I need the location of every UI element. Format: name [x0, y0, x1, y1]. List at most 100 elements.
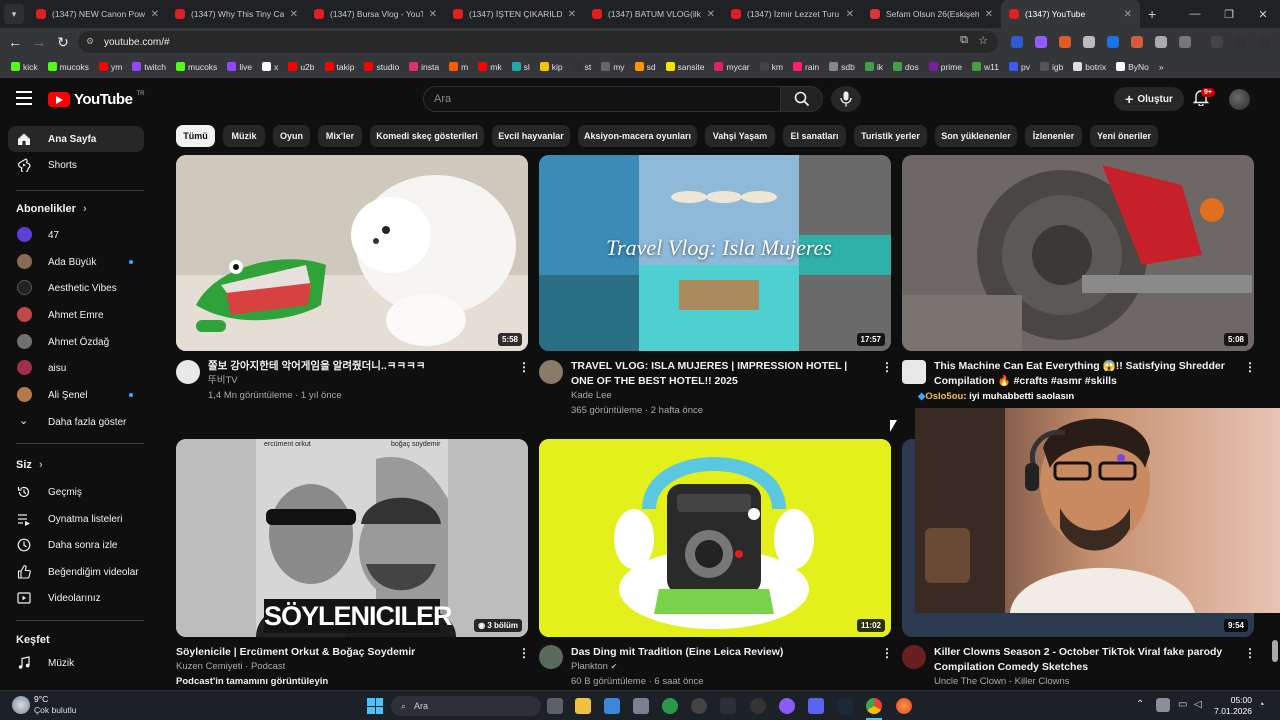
extension-icon[interactable] [1107, 36, 1119, 48]
site-info-icon[interactable]: ⚙ [86, 36, 98, 48]
more-bookmarks-icon[interactable]: » [1154, 62, 1169, 72]
chip-pets[interactable]: Evcil hayvanlar [492, 125, 570, 147]
close-window-icon[interactable]: ✕ [1246, 8, 1280, 21]
bookmark-item[interactable]: u2b [283, 62, 319, 72]
channel-avatar[interactable] [902, 360, 926, 384]
discord-icon[interactable] [808, 698, 824, 714]
bookmark-item[interactable]: live [222, 62, 257, 72]
bookmark-item[interactable]: w11 [967, 62, 1004, 72]
chip-mixes[interactable]: Mix'ler [318, 125, 362, 147]
steam-icon[interactable] [837, 698, 853, 714]
channel-avatar[interactable] [902, 645, 926, 669]
profile-icon[interactable] [1235, 36, 1247, 48]
bookmark-item[interactable]: st [568, 62, 597, 72]
bookmark-item[interactable]: sansite [661, 62, 710, 72]
more-options-icon[interactable]: ⋮ [518, 646, 530, 660]
video-thumbnail[interactable]: Travel Vlog: Isla Mujeres 17:57 [539, 155, 891, 351]
bookmark-item[interactable]: studio [359, 62, 404, 72]
more-options-icon[interactable]: ⋮ [518, 360, 530, 374]
reload-icon[interactable]: ↻ [51, 34, 75, 51]
settings-gear-icon[interactable] [633, 698, 649, 714]
browser-tab[interactable]: (1347) Why This Tiny Can ✕ [167, 0, 306, 28]
subscription-item[interactable]: Ahmet Emre [8, 302, 144, 328]
bookmark-item[interactable]: kick [6, 62, 43, 72]
subscription-item[interactable]: Aesthetic Vibes [8, 275, 144, 301]
bookmark-item[interactable]: m [444, 62, 473, 72]
subscription-item[interactable]: Ali Şenel [8, 382, 144, 408]
show-hidden-icons-icon[interactable]: ⌃ [1136, 699, 1144, 710]
channel-name[interactable]: Kuzen Cemiyeti · Podcast [176, 660, 285, 674]
address-bar[interactable]: ⚙ youtube.com/# ⧉ ☆ [78, 31, 998, 53]
close-tab-icon[interactable]: ✕ [429, 9, 437, 20]
video-thumbnail[interactable]: 5:08 [902, 155, 1254, 351]
chip-wildlife[interactable]: Vahşi Yaşam [705, 125, 775, 147]
sidebar-item-home[interactable]: Ana Sayfa [8, 126, 144, 152]
channel-name[interactable]: Plankton ✔ [571, 660, 617, 674]
browser-tab[interactable]: (1347) BATUM VLOG(ilk y ✕ [584, 0, 723, 28]
subscription-item[interactable]: Ada Büyük [8, 249, 144, 275]
channel-avatar[interactable] [539, 645, 563, 669]
channel-name[interactable]: 뚜비TV [208, 374, 238, 388]
browser-tab[interactable]: Sefam Olsun 26(Eskişehir ✕ [862, 0, 1001, 28]
extensions-puzzle-icon[interactable] [1179, 36, 1191, 48]
search-button[interactable] [781, 86, 823, 112]
chip-action-adventure-games[interactable]: Aksiyon-macera oyunları [578, 125, 697, 147]
weather-temperature[interactable]: 9°C [34, 694, 48, 704]
sidebar-item-playlists[interactable]: Oynatma listeleri [8, 506, 144, 532]
search-input[interactable]: Ara [423, 86, 781, 112]
browser-tab[interactable]: (1347) İzmir Lezzet Turu - ✕ [723, 0, 862, 28]
sidebar-item-liked-videos[interactable]: Beğendiğim videolar [8, 559, 144, 585]
subscriptions-header[interactable]: Abonelikler › [16, 203, 87, 215]
bookmark-item[interactable]: botrix [1068, 62, 1111, 72]
bookmark-item[interactable]: mk [473, 62, 506, 72]
bookmark-item[interactable]: ik [860, 62, 888, 72]
extension-icon[interactable] [1011, 36, 1023, 48]
menu-hamburger-icon[interactable] [16, 91, 32, 105]
close-tab-icon[interactable]: ✕ [151, 9, 159, 20]
tray-app-icon[interactable] [1156, 698, 1170, 712]
app-icon[interactable] [750, 698, 766, 714]
bookmark-item[interactable]: mucoks [43, 62, 94, 72]
page-scrollbar[interactable] [1272, 640, 1278, 662]
extension-icon[interactable] [1083, 36, 1095, 48]
bookmark-item[interactable]: km [755, 62, 788, 72]
bookmark-item[interactable]: my [596, 62, 629, 72]
video-thumbnail[interactable]: 5:58 [176, 155, 528, 351]
bookmark-item[interactable]: takip [320, 62, 360, 72]
sidebar-item-music[interactable]: Müzik [8, 650, 144, 676]
close-tab-icon[interactable]: ✕ [1124, 9, 1132, 20]
chip-all[interactable]: Tümü [176, 125, 215, 147]
task-view-icon[interactable] [547, 698, 563, 714]
forward-icon[interactable]: → [27, 34, 51, 50]
more-options-icon[interactable]: ⋮ [881, 646, 893, 660]
browser-tab[interactable]: (1347) İŞTEN ÇIKARILDIM ✕ [445, 0, 584, 28]
chip-comedy-sketches[interactable]: Komedi skeç gösterileri [370, 125, 484, 147]
bookmark-item[interactable]: sd [630, 62, 661, 72]
back-icon[interactable]: ← [3, 34, 27, 50]
app-icon[interactable] [691, 698, 707, 714]
volume-icon[interactable]: ◁ [1194, 699, 1202, 710]
chip-watched[interactable]: İzlenenler [1025, 125, 1082, 147]
video-thumbnail[interactable]: ercüment orkut boğaç soydemir SÖYLENICIL… [176, 439, 528, 637]
close-tab-icon[interactable]: ✕ [985, 9, 993, 20]
sidebar-item-shorts[interactable]: Shorts [8, 152, 144, 178]
view-full-podcast-link[interactable]: Podcast'in tamamını görüntüleyin [176, 675, 328, 689]
chip-crafts[interactable]: El sanatları [783, 125, 846, 147]
bookmark-star-icon[interactable]: ☆ [978, 34, 988, 47]
show-more-button[interactable]: ⌄ Daha fazla göster [8, 409, 144, 435]
bookmark-item[interactable]: rain [788, 62, 824, 72]
close-tab-icon[interactable]: ✕ [707, 9, 715, 20]
restore-icon[interactable]: ❐ [1212, 8, 1246, 21]
you-header[interactable]: Siz › [16, 459, 43, 471]
bookmark-item[interactable]: sl [507, 62, 535, 72]
video-title[interactable]: Das Ding mit Tradition (Eine Leica Revie… [571, 645, 871, 660]
sidebar-item-watch-later[interactable]: Daha sonra izle [8, 532, 144, 558]
bookmark-item[interactable]: sdb [824, 62, 860, 72]
extension-icon[interactable] [1131, 36, 1143, 48]
minimize-icon[interactable]: — [1178, 8, 1212, 20]
taskbar-search-input[interactable]: ⌕ Ara [391, 696, 541, 716]
bookmark-item[interactable]: dos [888, 62, 924, 72]
channel-name[interactable]: Uncle The Clown - Killer Clowns [934, 675, 1070, 689]
video-title[interactable]: Killer Clowns Season 2 - October TikTok … [934, 645, 1234, 675]
network-icon[interactable]: ▭ [1178, 699, 1187, 710]
